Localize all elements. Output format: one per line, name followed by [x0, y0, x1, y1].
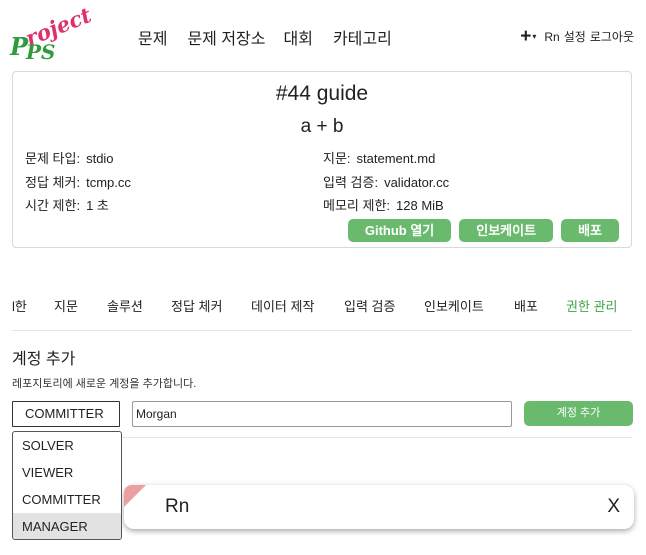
- toast-accent-icon: [124, 485, 146, 507]
- role-option-committer[interactable]: COMMITTER: [13, 486, 121, 513]
- info-value: validator.cc: [384, 175, 450, 190]
- logo-letters-ps: PS: [26, 40, 56, 64]
- add-account-button[interactable]: 계정 추가: [524, 401, 633, 426]
- problem-subtitle: a + b: [300, 116, 344, 137]
- info-time-limit: 시간 제한: 1 초: [25, 195, 109, 214]
- info-checker: 정답 체커: tcmp.cc: [25, 172, 131, 191]
- username-link[interactable]: Rn: [544, 30, 559, 44]
- caret-down-icon[interactable]: ▾: [532, 32, 536, 41]
- role-dropdown: SOLVER VIEWER COMMITTER MANAGER: [12, 431, 122, 540]
- nav-problems[interactable]: 문제: [138, 25, 167, 49]
- tab-invoke[interactable]: 인보케이트: [424, 296, 484, 315]
- tab-partial[interactable]: l한: [12, 296, 27, 315]
- tab-statement[interactable]: 지문: [54, 296, 78, 315]
- info-label: 정답 체커:: [25, 175, 81, 190]
- deploy-button[interactable]: 배포: [561, 219, 619, 242]
- nav-problem-repository[interactable]: 문제 저장소: [187, 25, 265, 49]
- close-icon[interactable]: X: [607, 496, 620, 518]
- invoke-button[interactable]: 인보케이트: [459, 219, 554, 242]
- main-nav: 문제 문제 저장소 대회 카테고리: [138, 25, 412, 49]
- user-menu: + ▾ Rn 설정 로그아웃: [520, 27, 634, 46]
- info-label: 메모리 제한:: [323, 198, 391, 213]
- role-select[interactable]: COMMITTER: [12, 401, 120, 427]
- info-value: stdio: [86, 151, 114, 166]
- open-github-button[interactable]: Github 열기: [347, 219, 452, 242]
- role-option-solver[interactable]: SOLVER: [13, 432, 121, 459]
- card-actions: Github 열기 인보케이트 배포: [347, 219, 619, 242]
- info-value: tcmp.cc: [86, 175, 131, 190]
- nav-categories[interactable]: 카테고리: [333, 25, 392, 49]
- tab-checker[interactable]: 정답 체커: [171, 296, 222, 315]
- info-problem-type: 문제 타입: stdio: [25, 148, 114, 167]
- info-value: statement.md: [356, 151, 436, 166]
- tab-deploy[interactable]: 배포: [514, 296, 538, 315]
- info-value: 128 MiB: [396, 198, 444, 213]
- settings-link[interactable]: 설정: [564, 28, 586, 45]
- tab-data-generation[interactable]: 데이터 제작: [251, 296, 314, 315]
- info-label: 시간 제한:: [25, 198, 81, 213]
- section-description: 레포지토리에 새로운 계정을 추가합니다.: [12, 378, 197, 390]
- tab-divider: [12, 330, 632, 331]
- problem-card: #44 guide a + b 문제 타입: stdio 정답 체커: tcmp.c…: [12, 71, 632, 248]
- role-option-manager[interactable]: MANAGER: [13, 513, 121, 539]
- problem-title: #44 guide: [275, 82, 369, 105]
- section-title: 계정 추가: [12, 351, 76, 368]
- tab-validator[interactable]: 입력 검증: [344, 296, 395, 315]
- info-label: 입력 검증:: [323, 175, 379, 190]
- info-value: 1 초: [86, 198, 109, 213]
- info-validator: 입력 검증: validator.cc: [323, 172, 449, 191]
- role-option-viewer[interactable]: VIEWER: [13, 459, 121, 486]
- info-label: 문제 타입:: [25, 151, 81, 166]
- toast-message: Rn: [165, 496, 190, 517]
- info-statement: 지문: statement.md: [323, 148, 435, 167]
- logo[interactable]: roject P PS: [8, 2, 100, 64]
- toast-notification: Rn X: [124, 485, 634, 529]
- plus-icon[interactable]: +: [520, 27, 531, 46]
- username-input[interactable]: Morgan: [132, 401, 512, 427]
- nav-contests[interactable]: 대회: [284, 25, 313, 49]
- info-memory-limit: 메모리 제한: 128 MiB: [323, 195, 444, 214]
- info-label: 지문:: [323, 151, 351, 166]
- logout-link[interactable]: 로그아웃: [590, 28, 634, 45]
- tab-solution[interactable]: 솔루션: [107, 296, 143, 315]
- tab-permissions[interactable]: 권한 관리: [566, 296, 617, 315]
